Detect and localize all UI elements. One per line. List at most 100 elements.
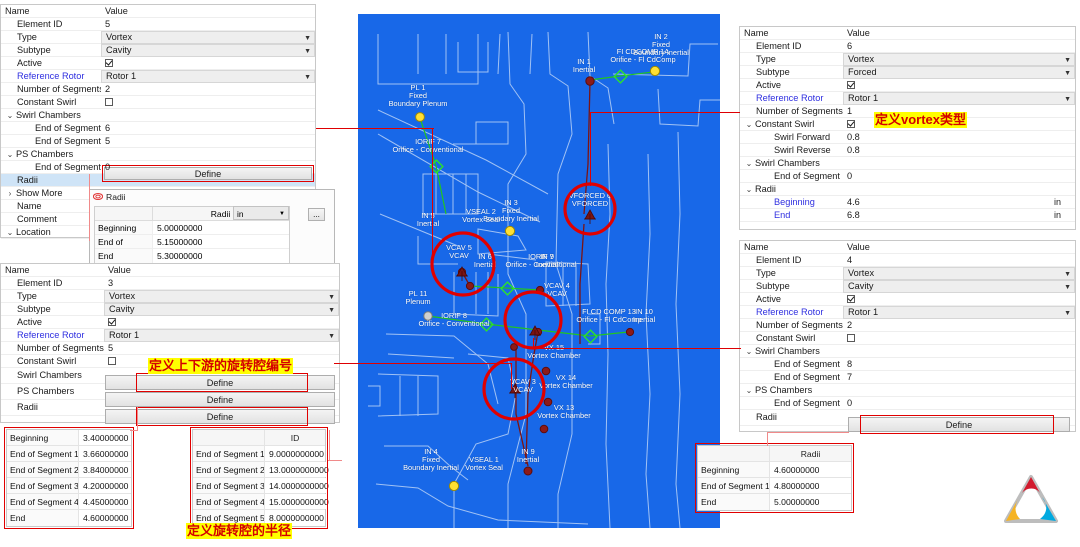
row-value[interactable]: 4.80000000 (770, 478, 851, 493)
row-ps-end-of-segment-1[interactable]: End of Segment 1 0 (740, 397, 1075, 410)
row-value[interactable]: 3.84000000 (79, 462, 131, 477)
row-ps-end-of-segment-1[interactable]: End of Segment 1 0 (1, 161, 315, 174)
row-swirl-chambers-group[interactable]: ⌄ Swirl Chambers (1, 109, 315, 122)
chevron-expanded-icon[interactable]: ⌄ (5, 109, 15, 122)
chevron-down-icon[interactable]: ▼ (328, 330, 335, 342)
chevron-expanded-icon[interactable]: ⌄ (5, 226, 15, 239)
row-value[interactable]: 5.15000000 (153, 235, 289, 248)
row-element-id[interactable]: Element ID 3 (1, 277, 339, 290)
row-number-of-segments[interactable]: Number of Segments 2 (1, 83, 315, 96)
row-constant-swirl[interactable]: Constant Swirl (1, 96, 315, 109)
swirl-chamber-ids-table-vortex3[interactable]: ID End of Segment 1 9.0000000000 End of S… (192, 429, 329, 527)
reference-rotor-combo[interactable]: Rotor 1 ▼ (104, 328, 339, 342)
table-row[interactable]: End of Segment 2 13.0000000000 (193, 462, 329, 478)
row-subtype[interactable]: Subtype Cavity ▼ (1, 302, 339, 316)
browse-ellipsis-button[interactable]: ... (308, 208, 325, 221)
table-row[interactable]: End of Segment 1 9.0000000000 (193, 446, 325, 462)
row-end-of-segment-1[interactable]: End of Segment 1 6 (1, 122, 315, 135)
table-row[interactable]: End of Segment 1 5.15000000 (95, 235, 289, 261)
subtype-combo[interactable]: Forced ▼ (843, 65, 1075, 79)
chevron-down-icon[interactable]: ▼ (1064, 93, 1071, 105)
row-end-of-segment-2[interactable]: End of Segment 2 5 (1, 135, 315, 148)
row-value[interactable]: 13.0000000000 (265, 462, 329, 477)
table-row[interactable]: End of Segment 1 4.80000000 (698, 478, 851, 494)
radii-values-table-vortex4[interactable]: Radii Beginning 4.60000000 End of Segment… (697, 445, 852, 511)
table-row[interactable]: End 5.00000000 (698, 494, 851, 510)
radii-values-table-vortex3[interactable]: Beginning 3.40000000 End of Segment 1 3.66… (6, 429, 132, 527)
chevron-down-icon[interactable]: ▼ (1064, 307, 1071, 319)
table-row[interactable]: End of Segment 4 15.0000000000 (193, 494, 329, 510)
table-row[interactable]: Beginning 3.40000000 (7, 430, 131, 446)
row-radii-beginning[interactable]: Beginning 4.6 in (740, 196, 1075, 209)
chevron-down-icon[interactable]: ▼ (1064, 281, 1071, 293)
row-value[interactable]: 4.45000000 (79, 494, 131, 509)
row-value[interactable]: 4.20000000 (79, 478, 131, 493)
row-value[interactable]: 15.0000000000 (265, 494, 329, 509)
row-swirl-forward[interactable]: Swirl Forward 0.8 (740, 131, 1075, 144)
chevron-down-icon[interactable]: ▼ (304, 45, 311, 57)
row-value[interactable]: 4.60000000 (770, 462, 851, 477)
chevron-expanded-icon[interactable]: ⌄ (744, 384, 754, 397)
radii-define-button-vortex3[interactable]: Define (105, 409, 335, 424)
row-swirl-chambers-group[interactable]: ⌄ Swirl Chambers (740, 345, 1075, 358)
unit-combo[interactable]: in ▼ (233, 206, 289, 220)
table-row[interactable]: End of Segment 1 3.66000000 (7, 446, 131, 462)
type-combo[interactable]: Vortex ▼ (843, 52, 1075, 66)
row-swirl-chambers-group[interactable]: ⌄ Swirl Chambers (740, 157, 1075, 170)
active-checkbox[interactable] (108, 318, 116, 326)
chevron-down-icon[interactable]: ▼ (1064, 268, 1071, 280)
chevron-down-icon[interactable]: ▼ (1064, 54, 1071, 66)
row-reference-rotor[interactable]: Reference Rotor Rotor 1 ▼ (740, 91, 1075, 105)
active-checkbox[interactable] (105, 59, 113, 67)
row-value[interactable]: 5.00000000 (770, 494, 851, 510)
chevron-down-icon[interactable]: ▼ (328, 291, 335, 303)
chevron-down-icon[interactable]: ▼ (304, 32, 311, 44)
row-number-of-segments[interactable]: Number of Segments 1 (740, 105, 1075, 118)
row-reference-rotor[interactable]: Reference Rotor Rotor 1 ▼ (1, 69, 315, 83)
row-active[interactable]: Active (1, 57, 315, 70)
row-number-of-segments[interactable]: Number of Segments 5 (1, 342, 339, 355)
row-type[interactable]: Type Vortex ▼ (740, 266, 1075, 280)
row-subtype[interactable]: Subtype Forced ▼ (740, 65, 1075, 79)
constant-swirl-checkbox[interactable] (847, 334, 855, 342)
subtype-combo[interactable]: Cavity ▼ (843, 279, 1075, 293)
row-radii-group[interactable]: ⌄ Radii (740, 183, 1075, 196)
row-end-of-segment-1[interactable]: End of Segment 1 8 (740, 358, 1075, 371)
chevron-expanded-icon[interactable]: ⌄ (744, 118, 754, 131)
type-combo[interactable]: Vortex ▼ (843, 266, 1075, 280)
row-number-of-segments[interactable]: Number of Segments 2 (740, 319, 1075, 332)
swirl-chambers-define-button-vortex3[interactable]: Define (105, 375, 335, 390)
reference-rotor-combo[interactable]: Rotor 1 ▼ (101, 69, 315, 83)
row-value[interactable]: 9.0000000000 (265, 446, 325, 461)
table-row[interactable]: End of Segment 3 14.0000000000 (193, 478, 329, 494)
row-value[interactable]: 3.66000000 (79, 446, 131, 461)
row-element-id[interactable]: Element ID 4 (740, 254, 1075, 267)
row-type[interactable]: Type Vortex ▼ (1, 30, 315, 44)
table-row[interactable]: End of Segment 4 4.45000000 (7, 494, 131, 510)
table-row[interactable]: Beginning 5.00000000 (95, 221, 289, 235)
row-value[interactable]: 3.40000000 (79, 430, 131, 445)
row-subtype[interactable]: Subtype Cavity ▼ (740, 279, 1075, 293)
row-radii-end[interactable]: End 6.8 in (740, 209, 1075, 222)
table-row[interactable]: End of Segment 2 3.84000000 (7, 462, 131, 478)
row-element-id[interactable]: Element ID 6 (740, 40, 1075, 53)
row-value-cell[interactable]: Rotor 1 ▼ (101, 69, 315, 83)
ps-chambers-define-button-vortex3[interactable]: Define (105, 392, 335, 407)
reference-rotor-combo[interactable]: Rotor 1 ▼ (843, 305, 1075, 319)
row-value[interactable]: 4.60000000 (79, 510, 131, 526)
row-ps-chambers-group[interactable]: ⌄ PS Chambers (1, 148, 315, 161)
row-value[interactable]: 5.00000000 (153, 221, 289, 234)
row-reference-rotor[interactable]: Reference Rotor Rotor 1 ▼ (740, 305, 1075, 319)
chevron-expanded-icon[interactable]: ⌄ (744, 157, 754, 170)
row-element-id[interactable]: Element ID 5 (1, 18, 315, 31)
row-constant-swirl[interactable]: Constant Swirl (740, 332, 1075, 345)
constant-swirl-checkbox[interactable] (847, 120, 855, 128)
table-row[interactable]: End 5.30000000 (95, 249, 289, 263)
row-type[interactable]: Type Vortex ▼ (1, 289, 339, 303)
type-combo[interactable]: Vortex ▼ (101, 30, 315, 44)
active-checkbox[interactable] (847, 295, 855, 303)
property-panel-vortex-4[interactable]: Name Value Element ID 4 Type Vortex ▼ Sub… (739, 240, 1076, 432)
row-active[interactable]: Active (1, 316, 339, 329)
type-combo[interactable]: Vortex ▼ (104, 289, 339, 303)
chevron-down-icon[interactable]: ▼ (1064, 67, 1071, 79)
